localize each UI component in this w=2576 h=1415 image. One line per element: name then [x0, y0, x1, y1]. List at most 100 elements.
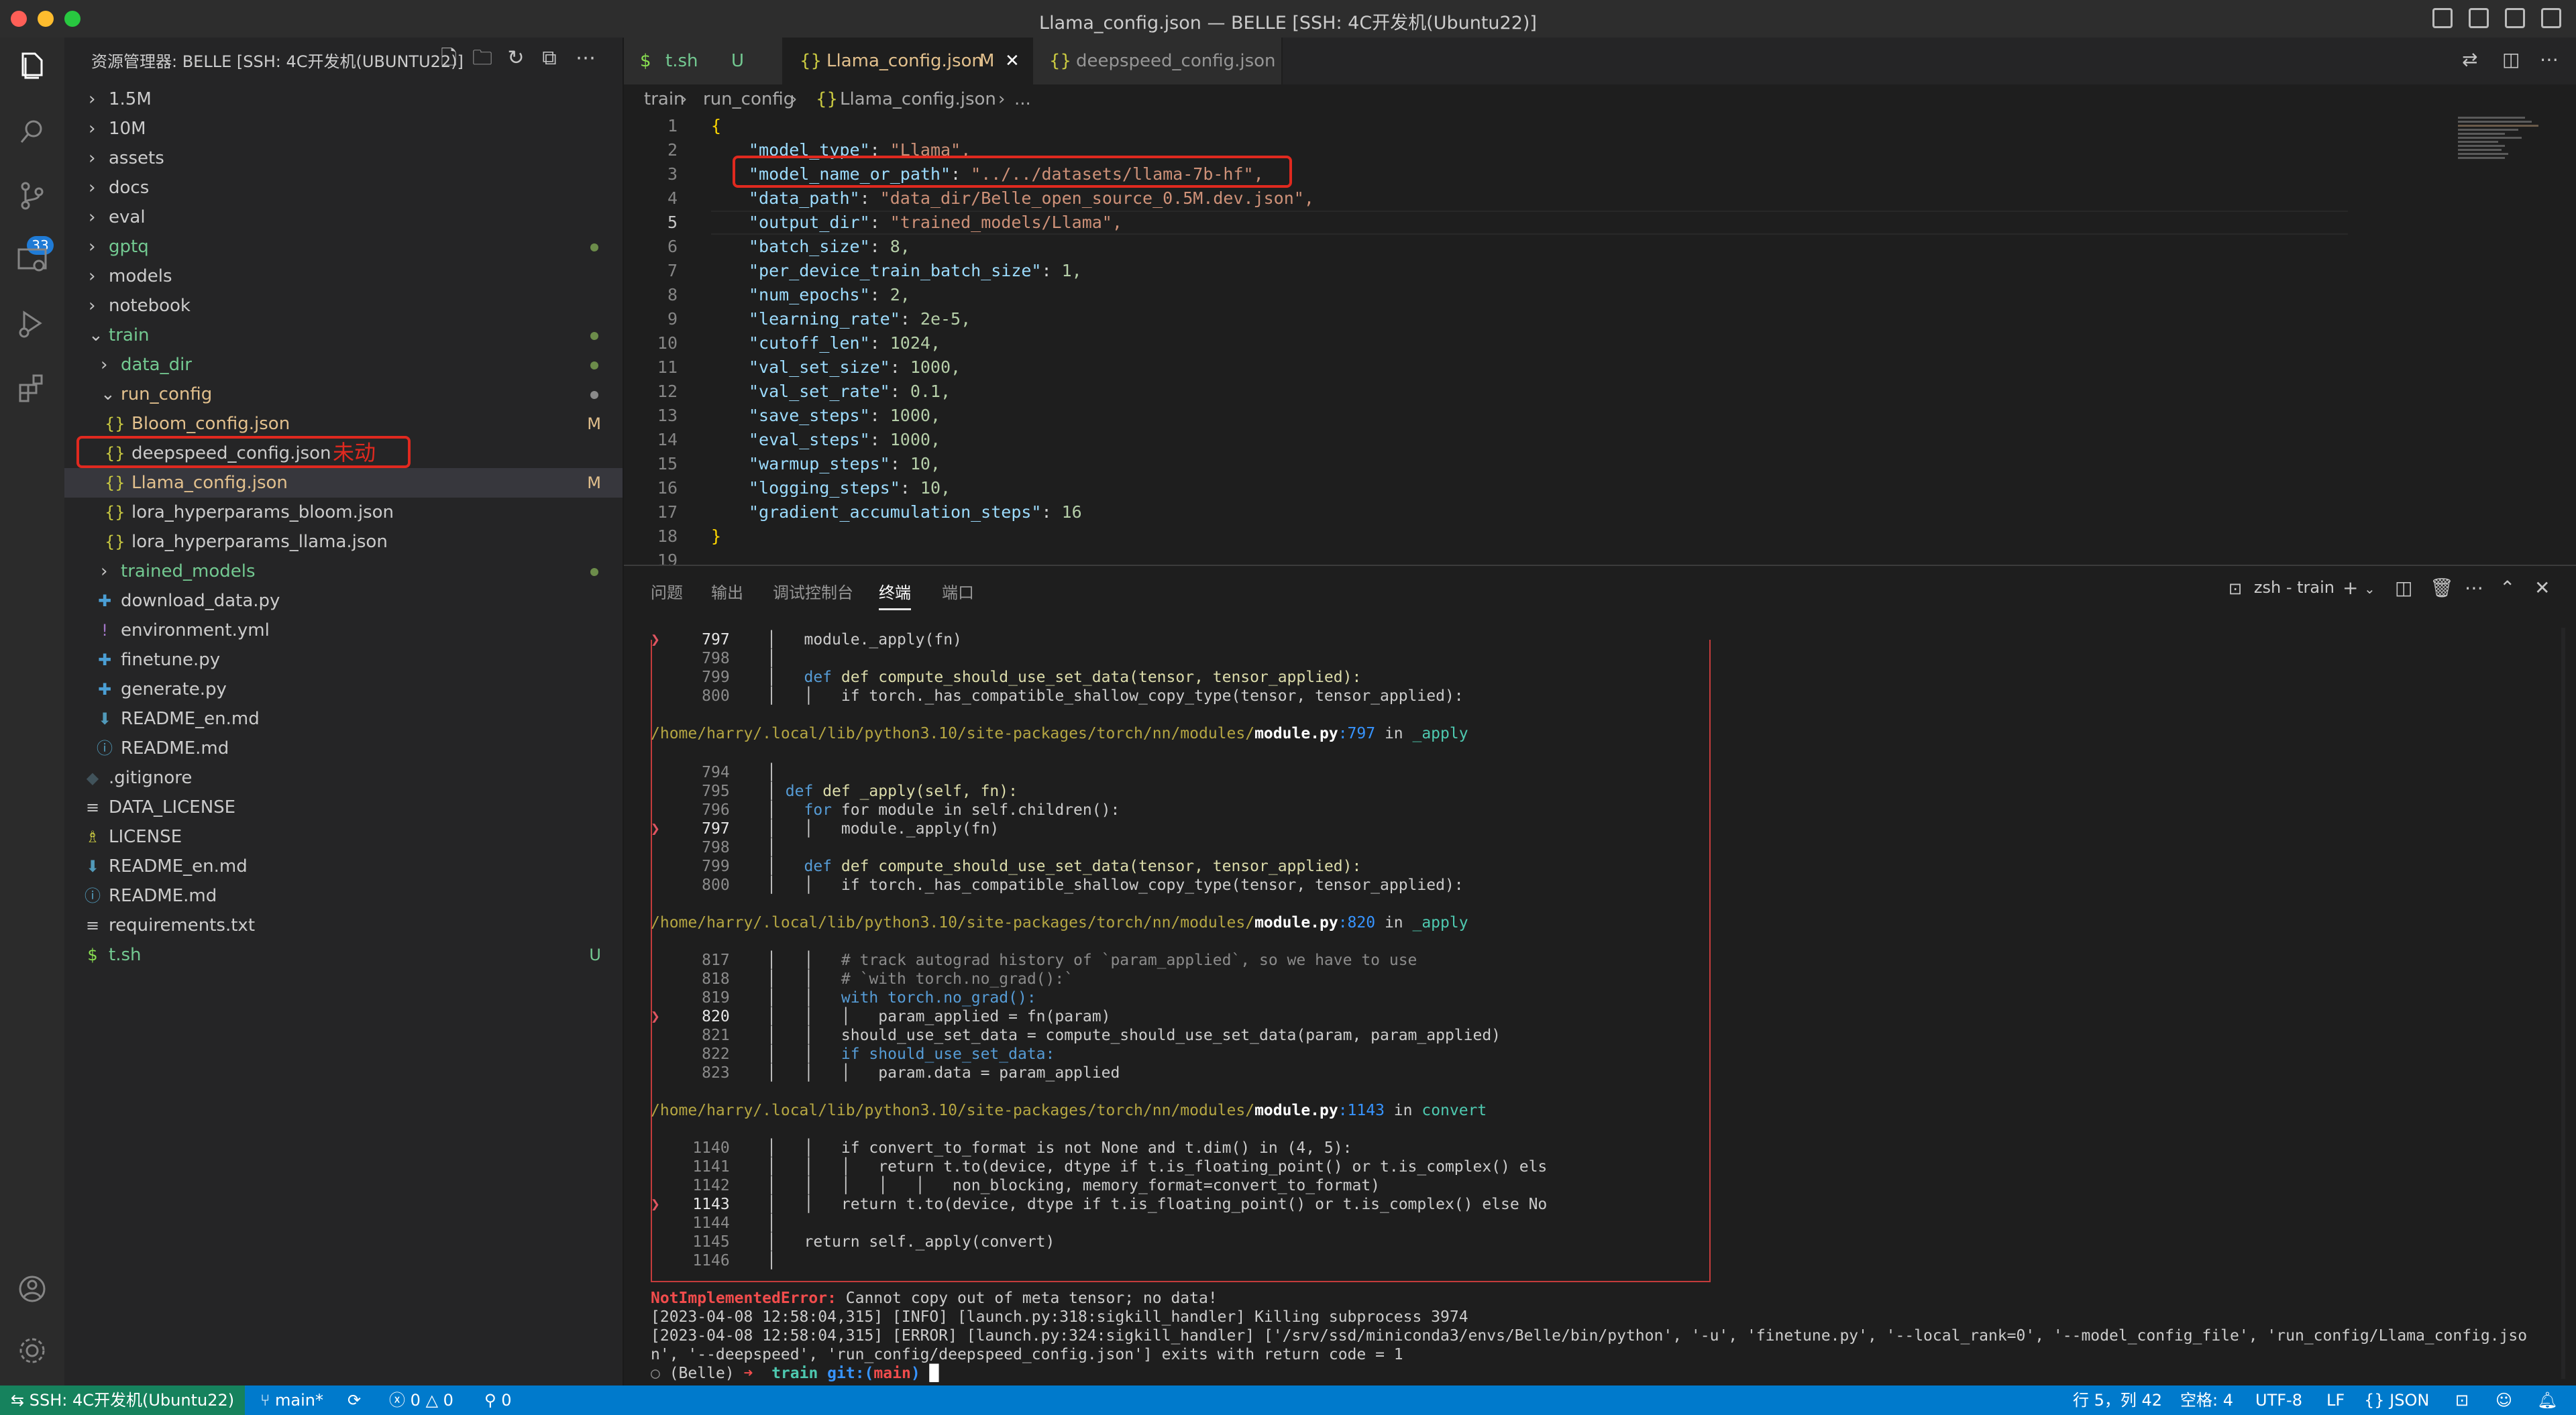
terminal-line: 1145 │ return self._apply(convert) — [692, 1233, 1055, 1251]
tree-file-llama-config[interactable]: {} Llama_config.json M — [64, 468, 623, 498]
problems-indicator[interactable]: ⓧ 0 △ 0 — [389, 1385, 453, 1415]
language-mode[interactable]: {} JSON — [2364, 1385, 2429, 1415]
tree-file-readme-train[interactable]: ⓘ README.md — [64, 734, 623, 763]
more-actions-icon[interactable]: ⋯ — [574, 47, 597, 70]
ports-indicator[interactable]: ⚲ 0 — [484, 1385, 512, 1415]
tree-folder-1.5M[interactable]: › 1.5M — [64, 84, 623, 114]
panel-more-actions-icon[interactable]: ⋯ — [2465, 577, 2483, 599]
tree-folder-notebook[interactable]: › notebook — [64, 291, 623, 321]
close-tab-icon[interactable]: ✕ — [1005, 38, 1020, 84]
tree-folder-run-config[interactable]: ⌄ run_config — [64, 380, 623, 409]
tree-file-requirements[interactable]: ≡ requirements.txt — [64, 911, 623, 940]
new-file-icon[interactable]: 🗋 — [437, 47, 460, 70]
encoding[interactable]: UTF-8 — [2255, 1385, 2302, 1415]
new-folder-icon[interactable]: 🗀 — [471, 47, 494, 70]
tab-problems[interactable]: 问题 — [651, 579, 683, 603]
refresh-icon[interactable]: ↻ — [504, 47, 527, 70]
remote-explorer-icon[interactable] — [13, 241, 51, 279]
tab-output[interactable]: 输出 — [711, 579, 743, 603]
tree-folder-gptq[interactable]: › gptq — [64, 232, 623, 262]
current-line-highlight — [711, 211, 2348, 235]
remote-indicator[interactable]: ⇆ SSH: 4C开发机(Ubuntu22) — [0, 1385, 246, 1415]
terminal-scrollbar[interactable] — [2561, 628, 2565, 1379]
extensions-icon[interactable] — [13, 370, 51, 408]
shell-file-icon: $ — [640, 51, 651, 71]
tree-folder-trained-models[interactable]: › trained_models — [64, 557, 623, 586]
tree-folder-models[interactable]: › models — [64, 262, 623, 291]
tree-folder-eval[interactable]: › eval — [64, 203, 623, 232]
tree-file-data-license[interactable]: ≡ DATA_LICENSE — [64, 793, 623, 822]
tree-file-bloom-config[interactable]: {} Bloom_config.json M — [64, 409, 623, 439]
open-changes-icon[interactable]: ⇄ — [2462, 48, 2477, 70]
breadcrumb-item[interactable]: run_config — [703, 84, 794, 114]
tree-file-t-sh[interactable]: $ t.sh U — [64, 940, 623, 970]
tab-debug-console[interactable]: 调试控制台 — [773, 579, 853, 603]
tree-folder-10M[interactable]: › 10M — [64, 114, 623, 144]
terminal-prompt[interactable]: ○ (Belle) ➜ train git:(main) █ — [651, 1364, 939, 1383]
tree-folder-train[interactable]: ⌄ train — [64, 321, 623, 350]
json-value: 2e-5, — [920, 309, 971, 329]
tree-file-readme-en-train[interactable]: ⬇ README_en.md — [64, 704, 623, 734]
tab-ports[interactable]: 端口 — [942, 579, 974, 603]
new-terminal-icon[interactable]: + — [2343, 577, 2358, 599]
breadcrumb: train › run_config › {} Llama_config.jso… — [624, 84, 2576, 114]
code-line: 16 "logging_steps": 10, — [624, 476, 2368, 500]
indentation[interactable]: 空格: 4 — [2180, 1385, 2233, 1415]
breadcrumb-item[interactable]: Llama_config.json — [840, 84, 996, 114]
feedback-icon[interactable]: ⊡ — [2455, 1385, 2469, 1415]
tree-file-gitignore[interactable]: ◆ .gitignore — [64, 763, 623, 793]
line-number: 15 — [657, 454, 678, 473]
search-icon[interactable] — [13, 113, 51, 150]
toggle-primary-sidebar-icon[interactable] — [2432, 8, 2453, 28]
chevron-right-icon: › — [89, 119, 96, 139]
split-editor-icon[interactable]: ◫ — [2502, 48, 2520, 70]
source-control-icon[interactable] — [13, 177, 51, 215]
tree-file-license[interactable]: ♗ LICENSE — [64, 822, 623, 852]
maximize-panel-icon[interactable]: ⌃ — [2500, 577, 2515, 599]
terminal-name[interactable]: zsh - train — [2254, 578, 2334, 597]
tree-file-environment[interactable]: ! environment.yml — [64, 616, 623, 645]
kill-terminal-icon[interactable]: 🗑 — [2430, 577, 2454, 599]
collapse-all-icon[interactable]: ⧉ — [538, 47, 561, 70]
customize-layout-icon[interactable] — [2541, 8, 2561, 28]
tree-file-lora-llama[interactable]: {} lora_hyperparams_llama.json — [64, 527, 623, 557]
breadcrumb-item[interactable]: train — [644, 84, 685, 114]
notifications-bell-icon[interactable]: 🔔︎ — [2537, 1385, 2557, 1415]
terminal-line: 818 │ │ # `with torch.no_grad():` — [702, 970, 1074, 988]
traceback-path: /home/harry/.local/lib/python3.10/site-p… — [651, 1102, 1487, 1119]
end-of-line[interactable]: LF — [2326, 1385, 2345, 1415]
tree-file-lora-bloom[interactable]: {} lora_hyperparams_bloom.json — [64, 498, 623, 527]
tree-file-readme[interactable]: ⓘ README.md — [64, 881, 623, 911]
tree-file-readme-en[interactable]: ⬇ README_en.md — [64, 852, 623, 881]
tree-file-download-data[interactable]: ✚ download_data.py — [64, 586, 623, 616]
code-editor[interactable]: 1{2 "model_type": "Llama", 3 "model_name_or… — [624, 114, 2576, 570]
broadcast-icon: ⚲ — [484, 1391, 502, 1410]
tree-folder-assets[interactable]: › assets — [64, 144, 623, 173]
account-icon[interactable] — [13, 1270, 51, 1308]
tree-file-generate[interactable]: ✚ generate.py — [64, 675, 623, 704]
run-debug-icon[interactable] — [13, 306, 51, 343]
split-terminal-icon[interactable]: ◫ — [2395, 577, 2412, 599]
tree-file-finetune[interactable]: ✚ finetune.py — [64, 645, 623, 675]
copilot-icon[interactable]: ☺ — [2496, 1385, 2512, 1415]
minimap[interactable] — [2455, 114, 2556, 181]
tab-llama-config[interactable]: {} Llama_config.json M ✕ — [784, 38, 1033, 84]
tree-folder-data-dir[interactable]: › data_dir — [64, 350, 623, 380]
json-brace: } — [711, 526, 722, 546]
cursor-position[interactable]: 行 5，列 42 — [2073, 1385, 2162, 1415]
close-panel-icon[interactable]: ✕ — [2534, 577, 2550, 599]
tab-t-sh[interactable]: $ t.sh U — [624, 38, 784, 84]
breadcrumb-item[interactable]: ... — [1014, 84, 1031, 114]
editor-more-actions-icon[interactable]: ⋯ — [2540, 48, 2559, 70]
tab-deepspeed-config[interactable]: {} deepspeed_config.json — [1033, 38, 1283, 84]
sync-icon[interactable]: ⟳ — [347, 1385, 361, 1415]
chevron-down-icon[interactable]: ⌄ — [2364, 581, 2375, 597]
branch-indicator[interactable]: ⑂ main* — [260, 1385, 323, 1415]
explorer-icon[interactable] — [13, 48, 51, 86]
tree-folder-docs[interactable]: › docs — [64, 173, 623, 203]
tab-terminal[interactable]: 终端 — [879, 579, 911, 610]
toggle-panel-icon[interactable] — [2469, 8, 2489, 28]
settings-gear-icon[interactable] — [13, 1332, 51, 1369]
explorer-header: 资源管理器: BELLE [SSH: 4C开发机(UBUNTU22)] — [91, 52, 464, 71]
toggle-secondary-sidebar-icon[interactable] — [2505, 8, 2525, 28]
